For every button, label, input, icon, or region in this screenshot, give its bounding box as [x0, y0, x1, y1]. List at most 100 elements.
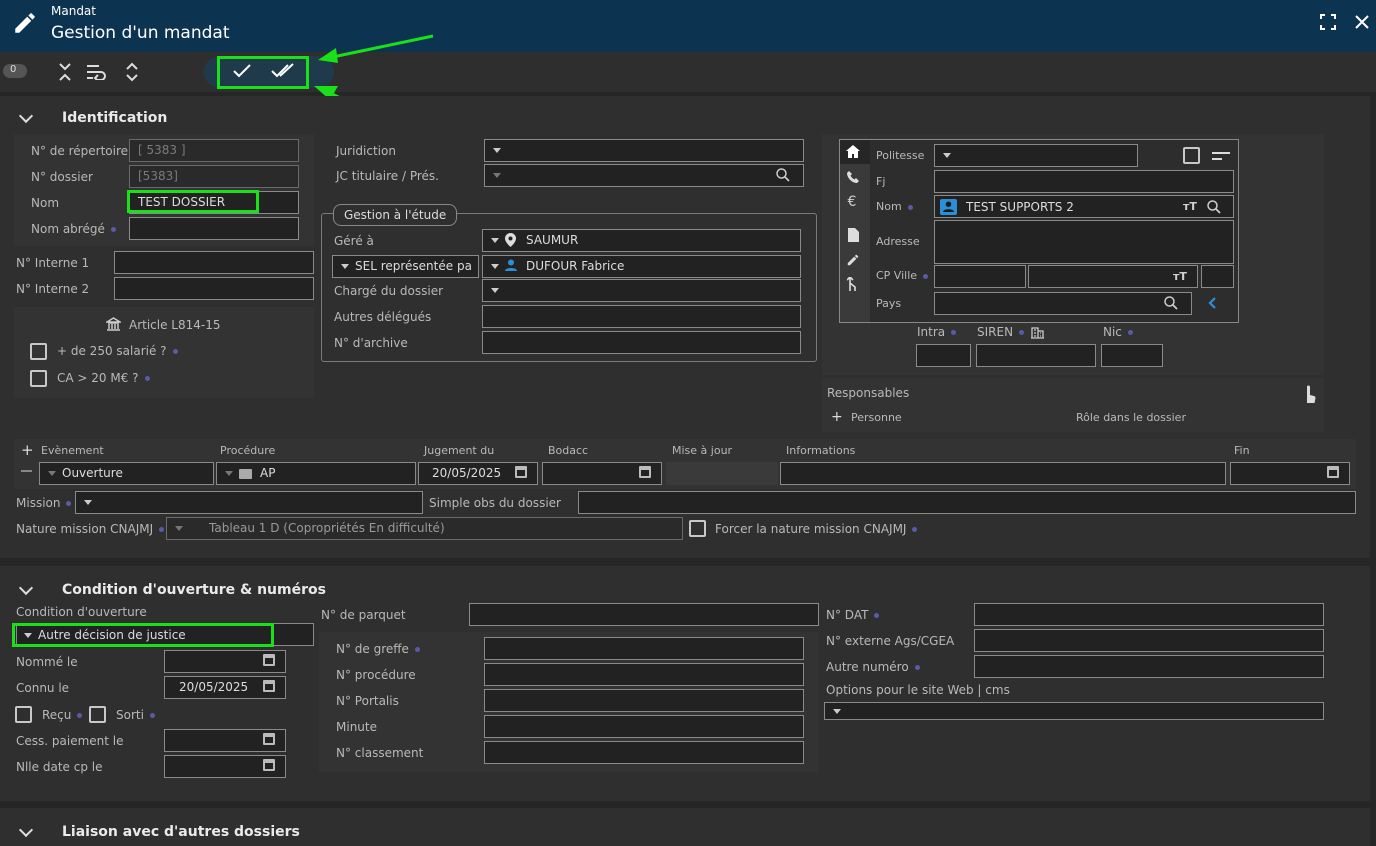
recu-label: Reçu [42, 708, 83, 722]
minute-field[interactable] [484, 715, 804, 738]
fj-field[interactable] [934, 170, 1234, 193]
sorti-checkbox[interactable] [89, 706, 106, 723]
calendar-icon[interactable] [263, 733, 275, 745]
edit-icon [15, 13, 35, 33]
nature-select[interactable]: Tableau 1 D (Copropriétés En difficulté) [166, 517, 683, 540]
forcer-checkbox[interactable] [689, 520, 706, 537]
col-evenement: Evènement [41, 444, 104, 457]
menu-lines-icon[interactable] [1212, 152, 1230, 160]
cedex-field[interactable] [1201, 265, 1234, 288]
fullscreen-icon[interactable] [1320, 14, 1336, 30]
portalis-field[interactable] [484, 689, 804, 712]
euro-icon[interactable]: € [844, 194, 860, 210]
autre-field[interactable] [974, 655, 1324, 678]
parquet-field[interactable] [469, 603, 819, 626]
procedure-select[interactable]: AP [216, 462, 416, 485]
intra-field[interactable] [916, 344, 971, 367]
dossier-label: N° dossier [31, 170, 93, 184]
dat-field[interactable] [974, 603, 1324, 626]
delegues-field[interactable] [482, 305, 801, 328]
procedure-field[interactable] [484, 663, 804, 686]
search-icon[interactable] [776, 168, 790, 182]
client-checkbox[interactable] [1183, 147, 1200, 164]
section-title: Condition d'ouverture & numéros [62, 582, 326, 598]
juridiction-select[interactable] [484, 139, 804, 162]
simple-obs-label: Simple obs du dossier [429, 496, 561, 510]
mission-label: Mission [16, 496, 72, 510]
ca-checkbox[interactable] [30, 370, 47, 387]
gere-value: SAUMUR [526, 233, 579, 247]
sel-select[interactable]: SEL représentée pa [332, 255, 479, 278]
touch-icon[interactable] [1302, 383, 1316, 405]
siren-field[interactable] [976, 344, 1096, 367]
procedure-label: N° procédure [336, 668, 416, 682]
dat-label: N° DAT [826, 608, 880, 622]
highlight-box [127, 190, 259, 213]
charge-label: Chargé du dossier [334, 284, 444, 298]
section-title: Identification [62, 110, 168, 126]
evenement-select[interactable]: Ouverture [39, 462, 214, 485]
close-icon[interactable] [1354, 14, 1370, 30]
home-icon[interactable] [846, 145, 860, 158]
client-nom-value: TEST SUPPORTS 2 [966, 200, 1074, 214]
nic-field[interactable] [1101, 344, 1163, 367]
article-label: Article L814-15 [129, 318, 221, 332]
interne1-field[interactable] [114, 251, 314, 274]
jc-label: JC titulaire / Prés. [336, 169, 439, 183]
nlle-label: Nlle date cp le [16, 760, 103, 774]
attachment-badge[interactable]: 0 [3, 64, 27, 78]
simple-obs-field[interactable] [578, 491, 1356, 514]
politesse-select[interactable] [934, 144, 1138, 167]
calendar-icon[interactable] [263, 759, 275, 771]
col-procedure: Procédure [220, 444, 276, 457]
calendar-icon[interactable] [263, 680, 275, 692]
calendar-icon[interactable] [515, 466, 527, 478]
informations-field[interactable] [780, 462, 1226, 485]
jc-select[interactable] [484, 164, 804, 187]
salaries-checkbox[interactable] [30, 343, 47, 360]
pays-field[interactable] [934, 292, 1192, 315]
merge-icon[interactable] [847, 277, 859, 291]
ags-field[interactable] [974, 629, 1324, 652]
phone-icon[interactable] [847, 171, 859, 183]
search-icon[interactable] [1164, 296, 1178, 310]
cp-field[interactable] [934, 265, 1026, 288]
mission-select[interactable] [75, 491, 423, 514]
text-size-icon[interactable]: тT [1173, 270, 1187, 283]
chevron-left-icon[interactable] [1208, 297, 1216, 309]
responsables-label: Responsables [827, 386, 910, 400]
calendar-icon[interactable] [263, 654, 275, 666]
collapse-all-icon[interactable] [58, 62, 72, 82]
edit-icon[interactable] [846, 253, 860, 267]
interne2-field[interactable] [114, 277, 314, 300]
politesse-label: Politesse [876, 149, 925, 162]
portalis-label: N° Portalis [336, 694, 399, 708]
plus-icon[interactable]: + [21, 441, 34, 459]
fj-label: Fj [876, 175, 886, 188]
charge-select[interactable] [482, 279, 801, 302]
adresse-field[interactable] [934, 220, 1234, 264]
siren-label: SIREN [977, 325, 1025, 339]
expand-all-icon[interactable] [125, 62, 139, 82]
archive-field[interactable] [482, 331, 801, 354]
plus-icon[interactable]: + [831, 409, 843, 425]
nom-abrege-field[interactable] [129, 217, 299, 240]
juridiction-label: Juridiction [336, 144, 396, 158]
text-size-icon[interactable]: тT [1183, 200, 1197, 213]
document-icon[interactable] [848, 228, 859, 242]
autre-label: Autre numéro [826, 660, 920, 674]
search-icon[interactable] [1207, 200, 1221, 214]
greffe-field[interactable] [484, 637, 804, 660]
highlight-box [217, 56, 309, 89]
nom-label: Nom [31, 196, 60, 210]
options-select[interactable] [824, 702, 1324, 720]
minus-icon[interactable] [21, 470, 32, 472]
col-bodacc: Bodacc [548, 444, 589, 457]
calendar-icon[interactable] [639, 466, 651, 478]
calendar-icon[interactable] [1327, 466, 1339, 478]
classement-field[interactable] [484, 741, 804, 764]
wrap-icon[interactable] [86, 64, 108, 80]
ags-label: N° externe Ags/CGEA [826, 634, 955, 648]
building-icon[interactable] [1031, 327, 1044, 339]
recu-checkbox[interactable] [15, 706, 32, 723]
